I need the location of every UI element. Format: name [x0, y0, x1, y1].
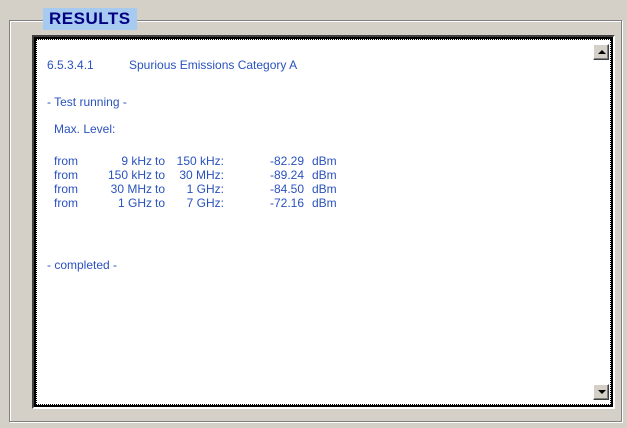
measurement-row: from 1 GHz to 7 GHz: -72.16 dBm	[54, 196, 337, 210]
vertical-scrollbar[interactable]	[592, 40, 610, 404]
max-level-label: Max. Level:	[54, 122, 116, 136]
row-value: -82.29	[269, 154, 304, 168]
row-value: -72.16	[269, 196, 304, 210]
status-completed: - completed -	[47, 258, 118, 272]
results-text-area[interactable]: 6.5.3.4.1 Spurious Emissions Category A -…	[37, 40, 592, 404]
row-from: from	[54, 168, 78, 182]
row-unit: dBm	[312, 182, 337, 196]
row-start-freq: 30 MHz	[110, 182, 152, 196]
arrow-up-icon	[598, 50, 606, 54]
measurement-row: from 150 kHz to 30 MHz: -89.24 dBm	[54, 168, 337, 182]
row-end-freq: 7 GHz:	[186, 196, 224, 210]
row-start-freq: 150 kHz	[107, 168, 152, 182]
test-number: 6.5.3.4.1	[47, 58, 94, 72]
row-unit: dBm	[312, 154, 337, 168]
row-end-freq: 150 kHz:	[176, 154, 224, 168]
row-end-freq: 1 GHz:	[186, 182, 224, 196]
measurement-row: from 9 kHz to 150 kHz: -82.29 dBm	[54, 154, 337, 168]
arrow-down-icon	[598, 390, 606, 394]
scroll-down-button[interactable]	[593, 384, 609, 400]
status-running: - Test running -	[47, 95, 127, 109]
results-group-title: RESULTS	[43, 8, 137, 30]
row-unit: dBm	[312, 196, 337, 210]
row-value: -84.50	[269, 182, 304, 196]
row-end-freq: 30 MHz:	[179, 168, 224, 182]
row-start-freq: 1 GHz	[117, 196, 152, 210]
row-value: -89.24	[269, 168, 304, 182]
test-name: Spurious Emissions Category A	[129, 58, 298, 72]
measurement-row: from 30 MHz to 1 GHz: -84.50 dBm	[54, 182, 337, 196]
row-from: from	[54, 154, 78, 168]
results-text-area-border: 6.5.3.4.1 Spurious Emissions Category A -…	[36, 39, 611, 405]
row-from: from	[54, 182, 78, 196]
measurement-table: from 9 kHz to 150 kHz: -82.29 dBm from 1…	[54, 154, 337, 210]
row-from: from	[54, 196, 78, 210]
scroll-up-button[interactable]	[593, 44, 609, 60]
row-unit: dBm	[312, 168, 337, 182]
test-heading: 6.5.3.4.1 Spurious Emissions Category A	[47, 58, 297, 72]
row-start-freq: 9 kHz	[121, 154, 152, 168]
results-text-panel[interactable]: 6.5.3.4.1 Spurious Emissions Category A -…	[32, 35, 615, 409]
